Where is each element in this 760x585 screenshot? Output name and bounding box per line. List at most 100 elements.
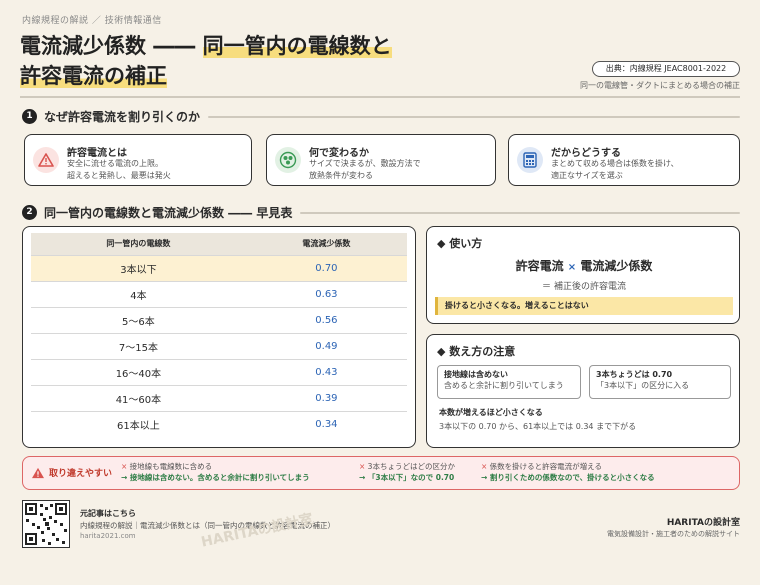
title-part1: 電流減少係数 ―― bbox=[20, 34, 203, 58]
mistake-item: × 接地線も電線数に含める → 接地線は含めない。含めると余計に割り引いてしまう bbox=[121, 461, 310, 483]
mistakes-banner: 取り違えやすい × 接地線も電線数に含める → 接地線は含めない。含めると余計に… bbox=[22, 456, 740, 490]
note-box1-title: 接地線は含めない bbox=[444, 370, 508, 379]
table-row: 4本 0.63 bbox=[31, 281, 407, 308]
formula-eq: ＝ bbox=[542, 282, 552, 292]
title-highlight: 同一管内の電線数と bbox=[202, 34, 392, 58]
row-factor: 0.39 bbox=[245, 385, 407, 412]
section1-number: 1 bbox=[22, 109, 37, 124]
card3-line1: まとめて収める場合は係数を掛け、 bbox=[551, 159, 679, 168]
table-header-row: 同一管内の電線数 電流減少係数 bbox=[31, 233, 407, 256]
table-row: 16～40本 0.43 bbox=[31, 359, 407, 386]
row-factor: 0.34 bbox=[315, 418, 338, 430]
factor-table: 同一管内の電線数 電流減少係数 3本以下 0.70 4本 0.63 5～6本 0.56… bbox=[31, 233, 407, 437]
mistakes-label-wrap: 取り違えやすい bbox=[31, 466, 112, 479]
cross-icon: × bbox=[121, 462, 130, 471]
section2-title: 同一管内の電線数と電流減少係数 ―― 早見表 bbox=[44, 206, 293, 220]
usage-note: 掛けると小さくなる。増えることはない bbox=[435, 297, 733, 315]
mistake-right: 接地線は含めない。含めると余計に割り引いてしまう bbox=[129, 473, 310, 482]
row-factor: 0.63 bbox=[245, 281, 407, 308]
row-count: 4本 bbox=[31, 281, 246, 308]
section1-title: なぜ許容電流を割り引くのか bbox=[44, 110, 201, 124]
col-wire-count: 同一管内の電線数 bbox=[31, 233, 246, 256]
qr-code[interactable] bbox=[22, 500, 70, 548]
calculator-icon bbox=[517, 147, 543, 173]
note-box-ground: 接地線は含めない 含めると余計に割り引いてしまう bbox=[437, 365, 581, 399]
usage-formula: 許容電流 × 電流減少係数 bbox=[427, 257, 741, 274]
row-count: 16～40本 bbox=[31, 359, 246, 386]
card-what-to-do: だからどうする まとめて収める場合は係数を掛け、 適正なサイズを選ぶ bbox=[508, 134, 740, 186]
mistake-item: × 3本ちょうどはどの区分か → 「3本以下」なので 0.70 bbox=[359, 461, 455, 483]
section2-heading: 2 同一管内の電線数と電流減少係数 ―― 早見表 bbox=[22, 204, 740, 221]
row-factor: 0.56 bbox=[245, 307, 407, 334]
mistake-right: 「3本以下」なので 0.70 bbox=[367, 473, 455, 482]
usage-title: ◆ 使い方 bbox=[437, 237, 483, 250]
section1-line bbox=[208, 115, 740, 118]
card2-title: 何で変わるか bbox=[309, 148, 369, 159]
warning-icon bbox=[32, 467, 44, 478]
arrow-icon: → bbox=[481, 473, 490, 482]
usage-result: ＝ 補正後の許容電流 bbox=[427, 279, 741, 292]
category-label: 内線規程の解説 ／ 技術情報通信 bbox=[22, 16, 162, 26]
card1-line2: 超えると発熱し、最悪は発火 bbox=[67, 171, 171, 180]
section2-number: 2 bbox=[22, 205, 37, 220]
col-factor: 電流減少係数 bbox=[245, 233, 407, 256]
cross-icon: × bbox=[481, 462, 490, 471]
brand-name: HARITAの設計室 bbox=[666, 518, 740, 528]
count-notes-card: ◆ 数え方の注意 接地線は含めない 含めると余計に割り引いてしまう 3本ちょうど… bbox=[426, 334, 740, 448]
table-row: 41～60本 0.39 bbox=[31, 385, 407, 412]
usage-card: ◆ 使い方 許容電流 × 電流減少係数 ＝ 補正後の許容電流 掛けると小さくなる… bbox=[426, 226, 740, 324]
table-row: 61本以上 0.34 bbox=[31, 411, 407, 437]
wire-bundle-icon bbox=[275, 147, 301, 173]
card2-line2: 放熱条件が変わる bbox=[309, 171, 373, 180]
note-box1-text: 含めると余計に割り引いてしまう bbox=[444, 381, 564, 390]
brand-subtitle: 電気設備設計・施工者のための解説サイト bbox=[607, 530, 740, 538]
note-box2-title: 3本ちょうどは 0.70 bbox=[596, 370, 673, 379]
card-what-changes: 何で変わるか サイズで決まるが、敷設方法で 放熱条件が変わる bbox=[266, 134, 496, 186]
card1-title: 許容電流とは bbox=[67, 148, 127, 159]
note-line-title: 本数が増えるほど小さくなる bbox=[439, 408, 543, 417]
section2-line bbox=[300, 211, 740, 214]
table-row: 7～15本 0.49 bbox=[31, 333, 407, 360]
watermark: HARITAの設計室 bbox=[199, 511, 315, 551]
row-factor: 0.49 bbox=[245, 333, 407, 360]
row-factor: 0.70 bbox=[245, 255, 407, 282]
card3-line2: 適正なサイズを選ぶ bbox=[551, 171, 623, 180]
card2-line1: サイズで決まるが、敷設方法で bbox=[309, 159, 421, 168]
page: 内線規程の解説 ／ 技術情報通信 電流減少係数 ―― 同一管内の電線数と 許容電… bbox=[0, 0, 760, 585]
qr-title: 元記事はこちら bbox=[80, 509, 136, 518]
cross-icon: × bbox=[359, 462, 368, 471]
note-line-text: 3本以下の 0.70 から、61本以上では 0.34 まで下がる bbox=[439, 422, 637, 431]
formula-term1: 許容電流 bbox=[515, 259, 564, 273]
mistake-right: 割り引くための係数なので、掛けると小さくなる bbox=[489, 473, 655, 482]
warning-triangle-icon bbox=[33, 147, 59, 173]
mistakes-label: 取り違えやすい bbox=[49, 469, 113, 479]
formula-term2: 電流減少係数 bbox=[580, 259, 653, 273]
formula-result: 補正後の許容電流 bbox=[553, 282, 626, 292]
card3-title: だからどうする bbox=[551, 148, 621, 159]
row-count: 7～15本 bbox=[31, 333, 246, 360]
row-count: 5～6本 bbox=[31, 307, 246, 334]
header-divider bbox=[20, 96, 740, 98]
section1-heading: 1 なぜ許容電流を割り引くのか bbox=[22, 108, 740, 125]
arrow-icon: → bbox=[121, 473, 130, 482]
count-notes-title: ◆ 数え方の注意 bbox=[437, 345, 516, 358]
subtitle: 同一の電線管・ダクトにまとめる場合の補正 bbox=[580, 81, 740, 90]
row-count: 61本以上 bbox=[117, 420, 160, 432]
note-box2-text: 「3本以下」の区分に入る bbox=[596, 381, 690, 390]
card-allowable-current: 許容電流とは 安全に流せる電流の上限。 超えると発熱し、最悪は発火 bbox=[24, 134, 252, 186]
table-row: 3本以下 0.70 bbox=[31, 255, 407, 282]
card1-line1: 安全に流せる電流の上限。 bbox=[67, 159, 163, 168]
mistake-wrong: 係数を掛けると許容電流が増える bbox=[489, 462, 602, 471]
table-row: 5～6本 0.56 bbox=[31, 307, 407, 334]
source-badge: 出典：内線規程 JEAC8001-2022 bbox=[592, 61, 740, 77]
factor-table-card: 同一管内の電線数 電流減少係数 3本以下 0.70 4本 0.63 5～6本 0.56… bbox=[22, 226, 416, 448]
count-notes-title-text: 数え方の注意 bbox=[449, 345, 516, 358]
row-factor: 0.43 bbox=[245, 359, 407, 386]
arrow-icon: → bbox=[359, 473, 368, 482]
mistake-item: × 係数を掛けると許容電流が増える → 割り引くための係数なので、掛けると小さく… bbox=[481, 461, 655, 483]
usage-title-text: 使い方 bbox=[449, 237, 483, 250]
mistake-wrong: 接地線も電線数に含める bbox=[129, 462, 213, 471]
mistake-wrong: 3本ちょうどはどの区分か bbox=[367, 462, 455, 471]
site-url[interactable]: harita2021.com bbox=[80, 532, 136, 540]
page-title-line2: 許容電流の補正 bbox=[20, 60, 167, 90]
